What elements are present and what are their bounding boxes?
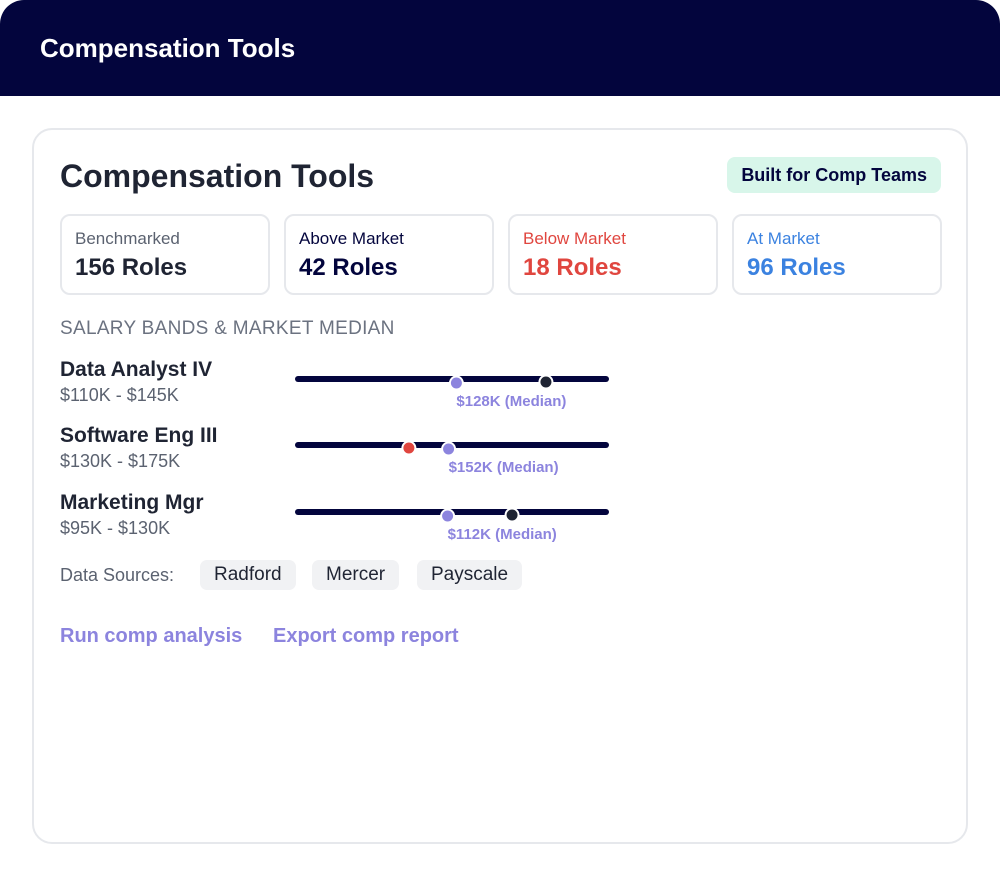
median-marker[interactable] — [441, 441, 457, 457]
source-chip-mercer[interactable]: Mercer — [312, 560, 400, 590]
median-label: $152K (Median) — [449, 459, 559, 476]
stat-label: Above Market — [299, 229, 404, 248]
stat-card-below-market: Below Market 18 Roles — [508, 214, 718, 295]
current-pay-marker[interactable] — [401, 440, 417, 456]
stat-value: 96 Roles — [747, 254, 846, 281]
role-range: $95K - $130K — [60, 518, 171, 538]
export-comp-report-link[interactable]: Export comp report — [273, 624, 459, 648]
role-name: Data Analyst IV — [60, 358, 213, 381]
role-range: $130K - $175K — [60, 451, 181, 471]
stat-card-at-market: At Market 96 Roles — [732, 214, 942, 295]
source-chip-radford[interactable]: Radford — [200, 560, 296, 590]
panel-title: Compensation Tools — [60, 158, 375, 194]
role-name: Marketing Mgr — [60, 491, 204, 514]
stat-value: 156 Roles — [75, 254, 188, 281]
built-for-badge: Built for Comp Teams — [727, 157, 941, 193]
median-label: $112K (Median) — [448, 526, 557, 543]
band-row-software-eng: Software Eng III $130K - $175K $152K (Me… — [60, 424, 660, 484]
compensation-panel: Compensation Tools Built for Comp Teams … — [32, 128, 968, 844]
salary-band-track: $128K (Median) — [295, 374, 609, 410]
stat-card-above-market: Above Market 42 Roles — [284, 214, 494, 295]
median-marker[interactable] — [440, 508, 456, 524]
run-comp-analysis-link[interactable]: Run comp analysis — [60, 624, 242, 648]
stat-label: Below Market — [523, 229, 626, 248]
role-range: $110K - $145K — [60, 385, 179, 405]
stat-label: Benchmarked — [75, 229, 180, 248]
source-chip-payscale[interactable]: Payscale — [417, 560, 523, 590]
stat-value: 18 Roles — [523, 254, 622, 281]
stat-card-benchmarked: Benchmarked 156 Roles — [60, 214, 270, 295]
median-label: $128K (Median) — [456, 393, 566, 410]
stat-value: 42 Roles — [299, 254, 398, 281]
role-name: Software Eng III — [60, 424, 218, 447]
data-sources-label: Data Sources: — [60, 565, 175, 585]
app-title: Compensation Tools — [40, 33, 296, 63]
current-pay-marker[interactable] — [538, 374, 554, 390]
median-marker[interactable] — [448, 375, 464, 391]
app-header: Compensation Tools — [0, 0, 1000, 96]
stat-label: At Market — [747, 229, 820, 248]
salary-bands-heading: SALARY BANDS & MARKET MEDIAN — [60, 318, 395, 339]
salary-band-track: $152K (Median) — [295, 440, 609, 476]
salary-band-track: $112K (Median) — [295, 507, 609, 543]
current-pay-marker[interactable] — [504, 507, 520, 523]
band-row-marketing-mgr: Marketing Mgr $95K - $130K $112K (Median… — [60, 491, 660, 551]
band-row-data-analyst: Data Analyst IV $110K - $145K $128K (Med… — [60, 358, 660, 418]
